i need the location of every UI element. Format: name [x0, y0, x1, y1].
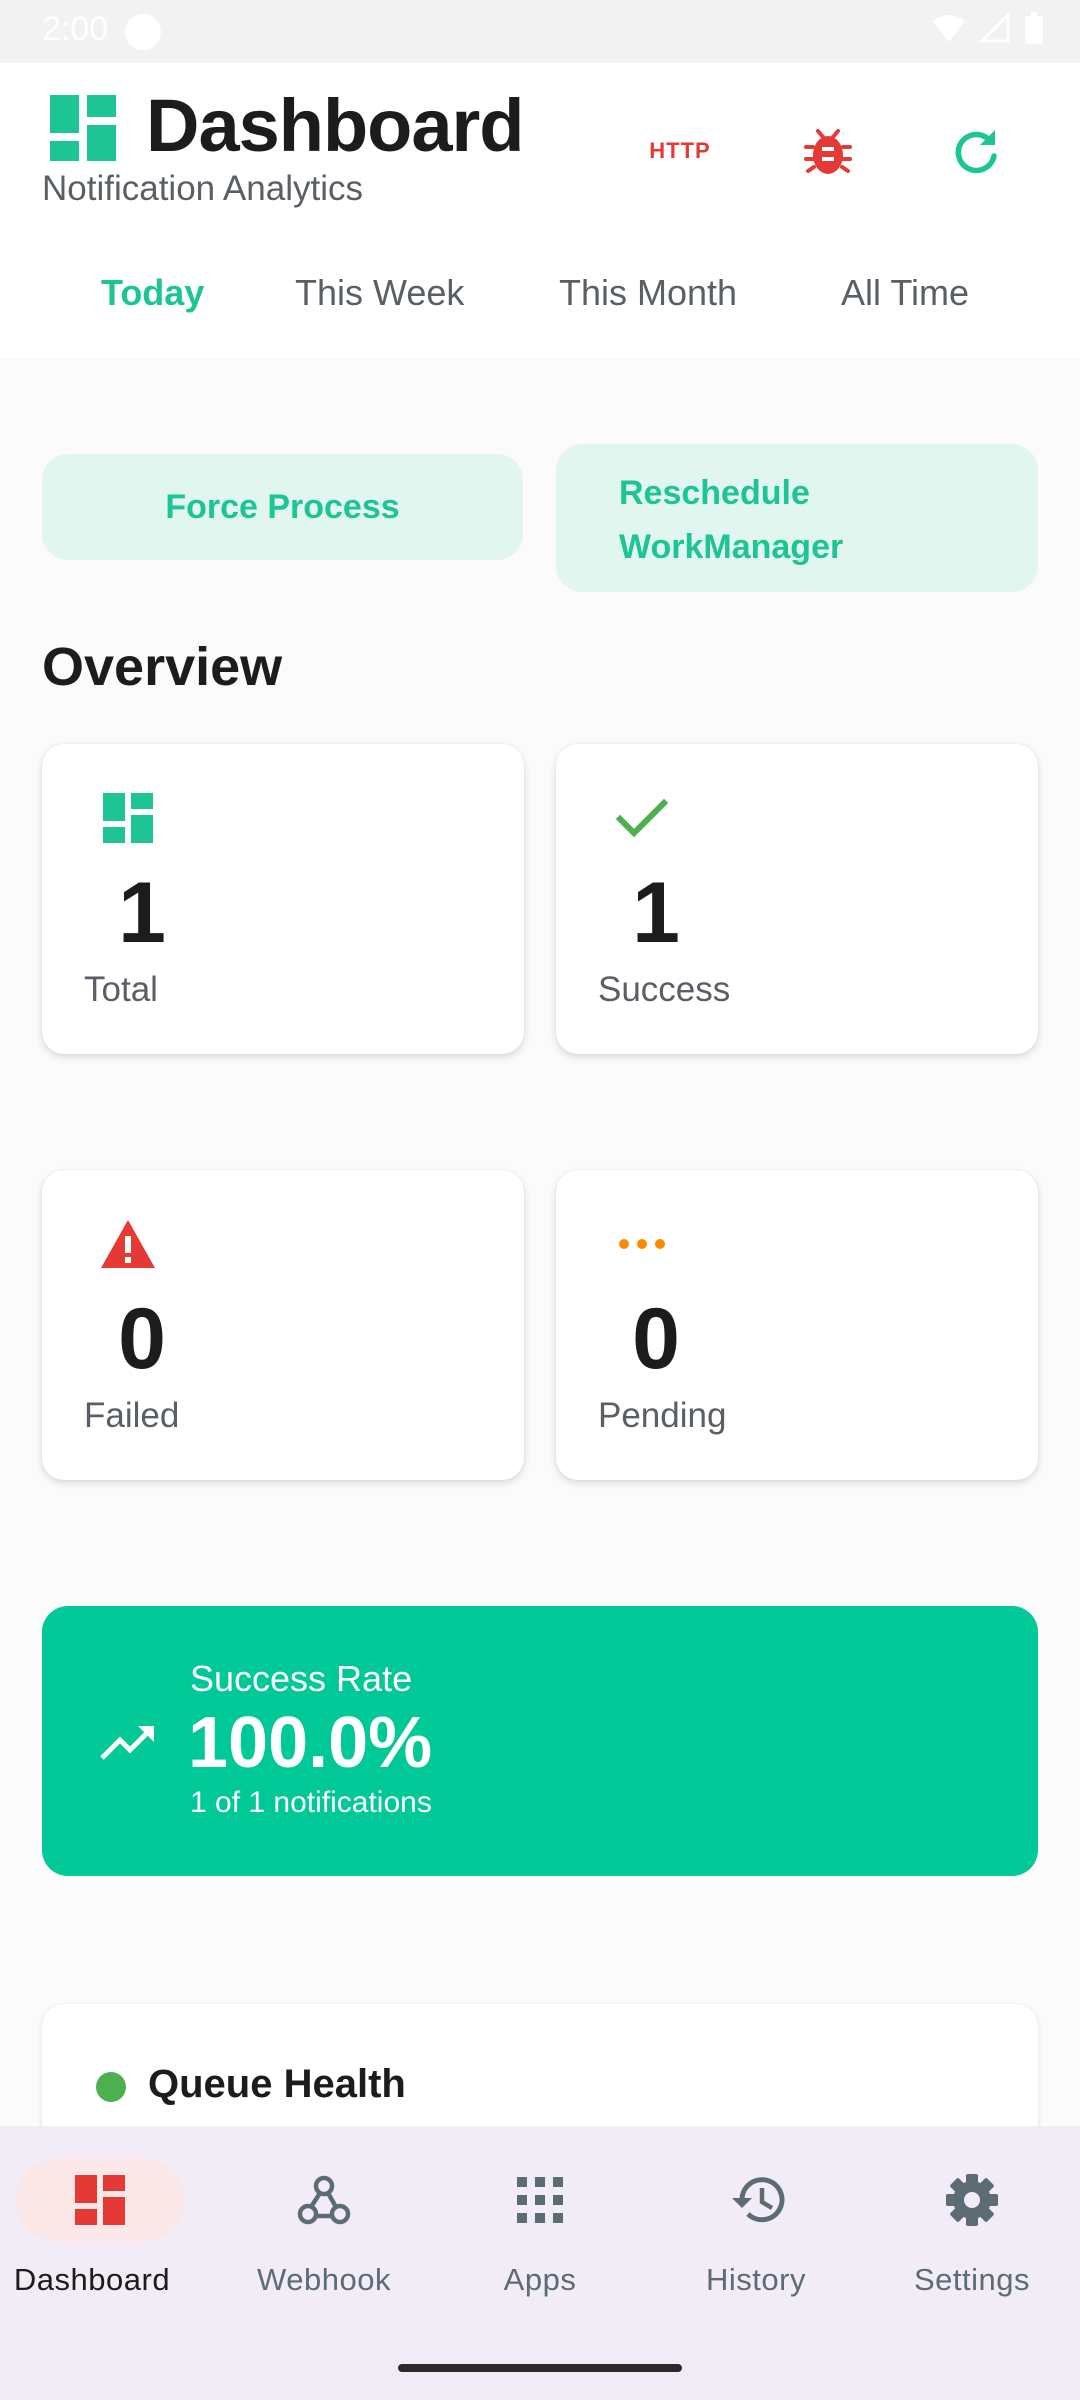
nav-label: Apps: [503, 2262, 577, 2297]
tab-today[interactable]: Today: [101, 272, 204, 314]
tab-all-time[interactable]: All Time: [841, 272, 969, 314]
app-header: Dashboard Notification Analytics HTTP: [0, 63, 1080, 238]
overview-title: Overview: [42, 637, 283, 697]
http-button[interactable]: HTTP: [630, 133, 730, 169]
page-title: Dashboard: [146, 84, 525, 167]
nav-item-settings[interactable]: Settings: [864, 2156, 1080, 2316]
home-indicator[interactable]: [398, 2364, 682, 2372]
signal-icon: [980, 13, 1010, 43]
stat-value: 1: [118, 865, 166, 961]
queue-status-dot: [96, 2072, 126, 2102]
time-range-tabs: Today This Week This Month All Time: [0, 238, 1080, 358]
nav-item-history[interactable]: History: [648, 2156, 864, 2316]
success-rate-banner: Success Rate 100.0% 1 of 1 notifications: [42, 1606, 1038, 1876]
stat-card-failed[interactable]: 0 Failed: [42, 1170, 524, 1480]
wifi-icon: [933, 15, 965, 42]
force-process-button[interactable]: Force Process: [42, 454, 523, 560]
success-rate-value: 100.0%: [188, 1703, 433, 1783]
nav-item-dashboard[interactable]: Dashboard: [0, 2156, 216, 2316]
queue-health-title: Queue Health: [148, 2062, 406, 2106]
dashboard-icon: [70, 2170, 130, 2230]
dashboard-logo-icon: [50, 95, 116, 161]
nav-label: Settings: [913, 2262, 1030, 2297]
more-horiz-icon: [612, 1214, 672, 1274]
stat-label: Pending: [598, 1396, 727, 1435]
nav-label: History: [706, 2262, 806, 2297]
webhook-icon: [294, 2170, 354, 2230]
nav-label: Webhook: [257, 2262, 391, 2297]
status-icons: [932, 12, 1044, 44]
warning-icon: [98, 1214, 158, 1274]
notification-dot-icon: [125, 14, 161, 50]
check-icon: [612, 788, 672, 848]
stat-label: Total: [84, 970, 158, 1009]
nav-item-apps[interactable]: Apps: [432, 2156, 648, 2316]
apps-grid-icon: [510, 2170, 570, 2230]
tab-this-week[interactable]: This Week: [295, 272, 464, 314]
trending-up-icon: [100, 1726, 154, 1760]
battery-icon: [1025, 12, 1043, 44]
success-rate-detail: 1 of 1 notifications: [190, 1786, 432, 1819]
refresh-icon: [955, 130, 997, 174]
dashboard-icon: [98, 788, 158, 848]
debug-button[interactable]: [798, 121, 858, 181]
stat-card-total[interactable]: 1 Total: [42, 744, 524, 1054]
stat-card-success[interactable]: 1 Success: [556, 744, 1038, 1054]
nav-label: Dashboard: [13, 2262, 171, 2297]
bottom-navigation: Dashboard Webhook Apps History Settings: [0, 2126, 1080, 2400]
status-bar: 2:00: [0, 0, 1080, 63]
status-time: 2:00: [42, 10, 109, 48]
stat-value: 0: [632, 1291, 680, 1387]
refresh-button[interactable]: [946, 121, 1006, 181]
stat-value: 0: [118, 1291, 166, 1387]
nav-item-webhook[interactable]: Webhook: [216, 2156, 432, 2316]
gear-icon: [942, 2170, 1002, 2230]
stat-card-pending[interactable]: 0 Pending: [556, 1170, 1038, 1480]
page-subtitle: Notification Analytics: [42, 169, 363, 208]
reschedule-label-line2: WorkManager: [619, 528, 844, 566]
app-screen: 2:00 Dashboard Notification Analytics HT…: [0, 0, 1080, 2400]
tab-this-month[interactable]: This Month: [559, 272, 737, 314]
reschedule-label-line1: Reschedule: [619, 474, 810, 512]
success-rate-label: Success Rate: [190, 1658, 413, 1699]
stat-label: Success: [598, 970, 731, 1009]
stat-value: 1: [632, 865, 680, 961]
history-icon: [728, 2170, 788, 2230]
reschedule-workmanager-button[interactable]: Reschedule WorkManager: [556, 444, 1038, 592]
bug-icon: [804, 129, 852, 174]
stat-label: Failed: [84, 1396, 180, 1435]
